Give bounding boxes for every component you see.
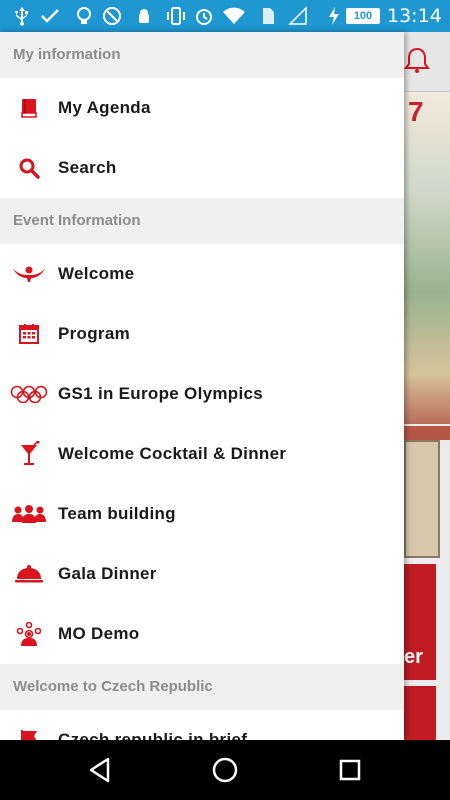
menu-item-search[interactable]: Search <box>0 138 404 198</box>
menu-item-my-agenda[interactable]: My Agenda <box>0 78 404 138</box>
no-signal-icon <box>288 6 307 25</box>
menu-item-label: Welcome <box>58 264 135 283</box>
background-banner <box>404 94 450 424</box>
menu-item-olympics[interactable]: GS1 in Europe Olympics <box>0 364 404 424</box>
menu-item-label: Search <box>58 158 117 177</box>
mo-demo-network-icon <box>0 621 58 647</box>
background-banner-text: 7 <box>408 96 424 127</box>
menu-item-label: Program <box>58 324 131 343</box>
section-header-event-information: Event Information <box>0 198 404 244</box>
menu-item-program[interactable]: Program <box>0 304 404 364</box>
home-icon[interactable] <box>209 754 241 786</box>
menu-item-czech-republic-in-brief[interactable]: Czech republic in brief <box>0 710 404 740</box>
menu-item-label: Gala Dinner <box>58 564 157 583</box>
menu-item-label: GS1 in Europe Olympics <box>58 384 263 403</box>
welcome-person-icon <box>0 266 58 282</box>
navigation-drawer: My information My Agenda Search Event In… <box>0 32 404 740</box>
menu-item-welcome-cocktail[interactable]: Welcome Cocktail & Dinner <box>0 424 404 484</box>
menu-item-label: My Agenda <box>58 98 151 117</box>
clock: 13:14 <box>387 5 442 27</box>
cocktail-glass-icon <box>0 441 58 467</box>
no-sim-icon <box>103 7 121 25</box>
lightbulb-icon <box>77 7 91 24</box>
battery-indicator: 100 <box>346 8 380 24</box>
agenda-book-icon <box>0 97 58 119</box>
menu-item-label: Czech republic in brief <box>58 730 248 740</box>
charging-icon <box>329 7 339 25</box>
menu-item-label: MO Demo <box>58 624 140 643</box>
bell-icon[interactable] <box>404 46 430 74</box>
alarm-icon <box>196 9 212 25</box>
menu-item-mo-demo[interactable]: MO Demo <box>0 604 404 664</box>
team-people-icon <box>0 504 58 524</box>
menu-item-label: Welcome Cocktail & Dinner <box>58 444 287 463</box>
recents-icon[interactable] <box>334 754 366 786</box>
search-icon <box>0 157 58 179</box>
background-card-text: er <box>404 646 423 668</box>
menu-item-team-building[interactable]: Team building <box>0 484 404 544</box>
background-card-red <box>404 686 436 740</box>
usb-icon <box>15 7 28 26</box>
check-icon <box>41 9 59 23</box>
system-nav-bar <box>0 740 450 800</box>
sim-icon <box>263 8 274 24</box>
vibrate-icon <box>167 7 185 25</box>
section-header-my-information: My information <box>0 32 404 78</box>
olympic-rings-icon <box>0 385 58 403</box>
menu-item-gala-dinner[interactable]: Gala Dinner <box>0 544 404 604</box>
dinner-cloche-icon <box>0 564 58 584</box>
background-card <box>404 440 440 558</box>
flag-icon <box>0 728 58 740</box>
menu-item-label: Team building <box>58 504 176 523</box>
android-icon <box>139 9 149 23</box>
menu-item-welcome[interactable]: Welcome <box>0 244 404 304</box>
wifi-icon <box>223 7 245 24</box>
status-bar: 100 13:14 <box>0 0 450 32</box>
back-icon[interactable] <box>84 754 116 786</box>
section-header-welcome-czech-republic: Welcome to Czech Republic <box>0 664 404 710</box>
background-strip <box>404 426 450 440</box>
calendar-icon <box>0 323 58 345</box>
